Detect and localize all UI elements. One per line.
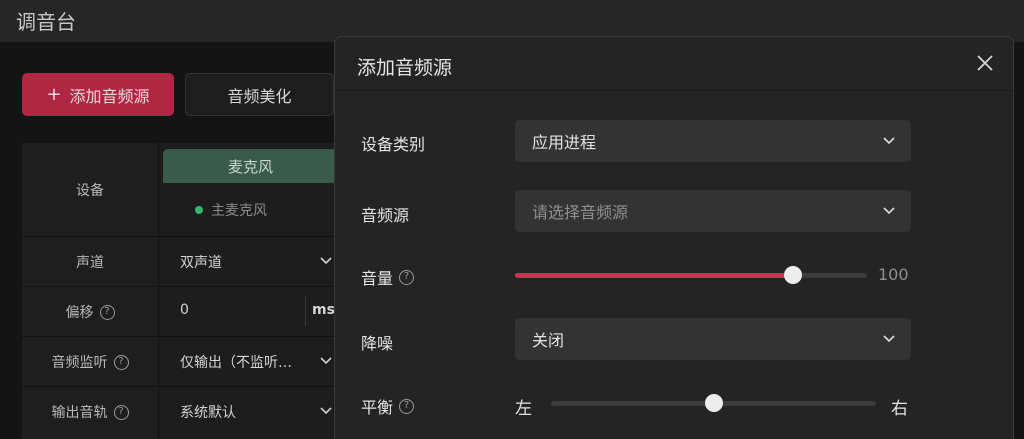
row-label-offset: 偏移 ? (22, 298, 158, 326)
output-track-select[interactable]: 系统默认 (180, 402, 236, 422)
noise-reduction-label: 降噪 (361, 334, 394, 353)
noise-reduction-select[interactable]: 关闭 (515, 318, 911, 360)
row-label-monitor: 音频监听 ? (22, 348, 158, 376)
row-label-channel: 声道 (76, 255, 104, 271)
channel-mode-select[interactable]: 双声道 (180, 252, 222, 272)
device-type-select[interactable]: 应用进程 (515, 120, 911, 162)
audio-beautify-label: 音频美化 (227, 86, 292, 106)
channel-device: 主麦克风 (195, 200, 267, 220)
row-label-output-track: 输出音轨 ? (22, 398, 158, 426)
audio-source-label: 音频源 (361, 206, 410, 225)
balance-left-label: 左 (515, 399, 532, 419)
divider (22, 286, 338, 287)
divider (158, 143, 159, 439)
volume-slider-fill (515, 273, 794, 278)
add-audio-source-dialog: 添加音频源 设备类别 应用进程 音频源 请选择音频源 音量 ? 100 降噪 关… (334, 36, 1014, 439)
chevron-down-icon (320, 357, 332, 365)
help-icon[interactable]: ? (99, 304, 115, 320)
channel-header-microphone[interactable]: 麦克风 (163, 149, 338, 183)
divider (305, 296, 306, 326)
dialog-header: 添加音频源 (335, 37, 1013, 91)
divider (22, 386, 338, 387)
divider (22, 236, 338, 237)
chevron-down-icon (320, 407, 332, 415)
help-icon[interactable]: ? (399, 269, 415, 285)
volume-value: 100 (878, 265, 909, 284)
chevron-down-icon (320, 257, 332, 265)
divider (22, 336, 338, 337)
close-icon[interactable] (975, 53, 995, 73)
add-audio-source-label: 添加音频源 (69, 86, 150, 106)
monitor-select[interactable]: 仅输出（不监听… (180, 352, 292, 372)
help-icon[interactable]: ? (113, 404, 129, 420)
volume-slider-thumb[interactable] (784, 266, 803, 284)
audio-beautify-button[interactable]: 音频美化 (185, 73, 334, 116)
chevron-down-icon (883, 207, 895, 215)
balance-label: 平衡 ? (361, 394, 415, 418)
offset-input[interactable]: 0 (180, 302, 189, 318)
balance-right-label: 右 (891, 399, 908, 419)
device-type-label: 设备类别 (361, 135, 426, 154)
status-dot (195, 206, 203, 214)
volume-slider[interactable] (515, 273, 867, 278)
volume-label: 音量 ? (361, 265, 415, 289)
audio-source-select[interactable]: 请选择音频源 (515, 190, 911, 232)
dialog-title: 添加音频源 (357, 57, 453, 79)
chevron-down-icon (883, 335, 895, 343)
app-title: 调音台 (16, 10, 76, 34)
help-icon[interactable]: ? (113, 354, 129, 370)
add-audio-source-button[interactable]: + 添加音频源 (22, 73, 174, 116)
plus-icon: + (46, 83, 62, 105)
offset-unit: ms (312, 302, 335, 318)
balance-slider-thumb[interactable] (704, 394, 723, 412)
help-icon[interactable]: ? (399, 398, 415, 414)
row-label-device: 设备 (76, 183, 104, 199)
chevron-down-icon (883, 137, 895, 145)
